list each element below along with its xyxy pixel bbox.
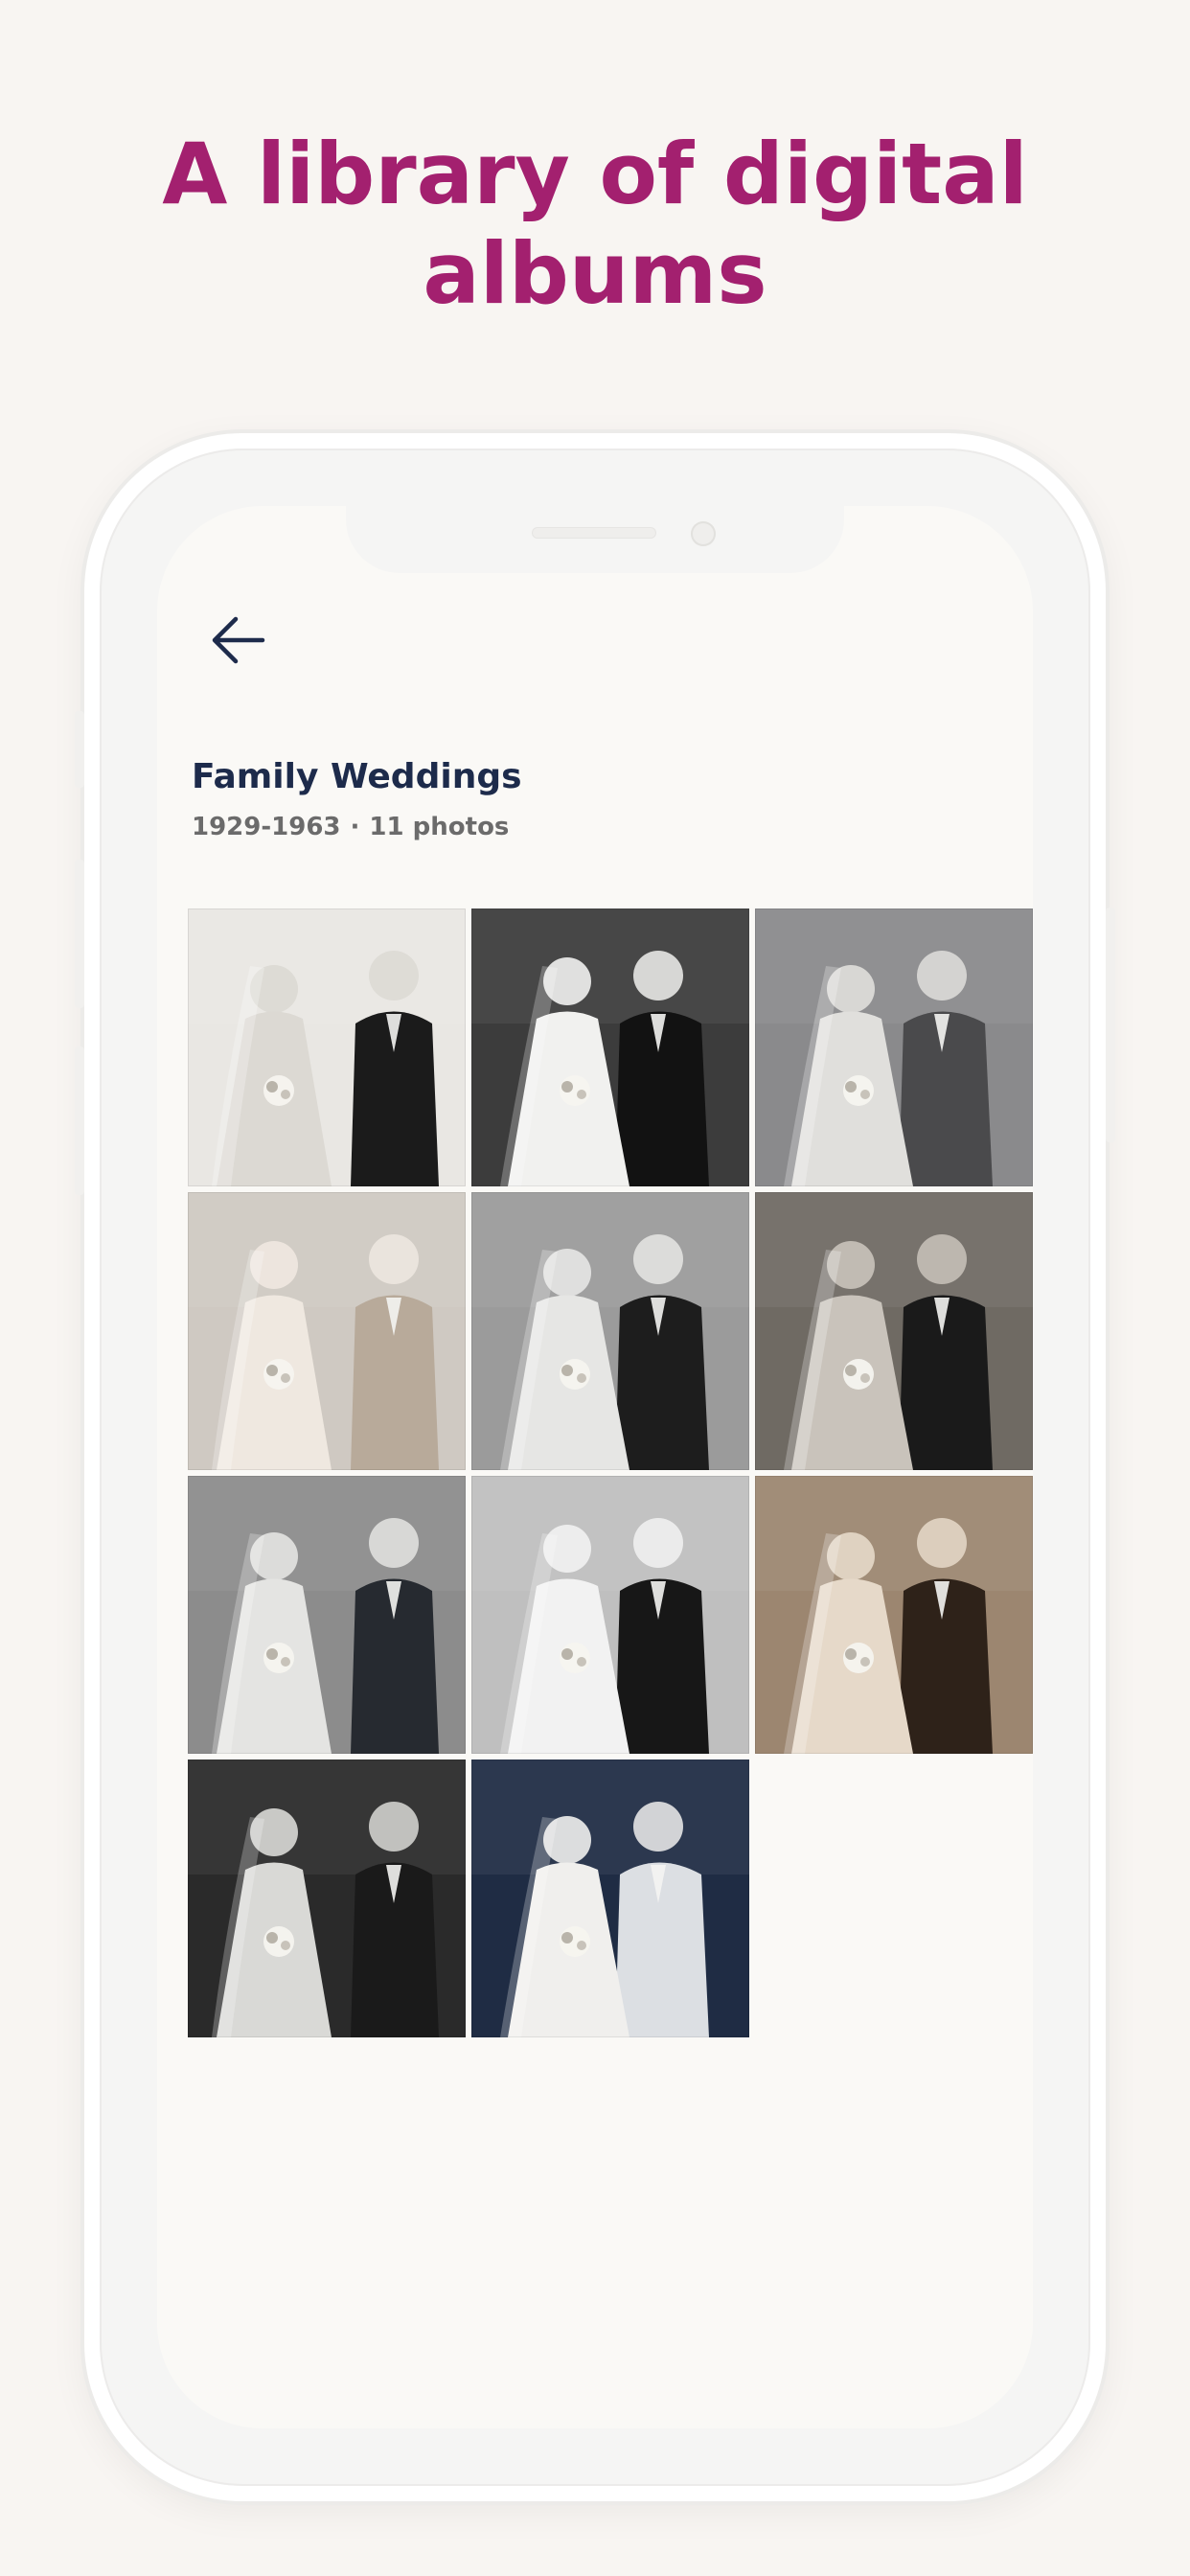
volume-up-button (75, 860, 84, 1008)
photo-thumbnail[interactable] (188, 1760, 466, 2037)
front-camera (691, 521, 716, 546)
photo-grid (188, 908, 1033, 2037)
wedding-photo (755, 908, 1033, 1186)
wedding-photo (755, 1192, 1033, 1470)
wedding-photo (188, 1476, 466, 1754)
photo-thumbnail[interactable] (755, 908, 1033, 1186)
phone-frame: Family Weddings 1929-1963 · 11 photos (75, 433, 1115, 2501)
photo-thumbnail[interactable] (188, 1192, 466, 1470)
volume-down-button (75, 1046, 84, 1195)
photo-thumbnail[interactable] (755, 1476, 1033, 1754)
wedding-photo (471, 1760, 749, 2037)
headline: A library of digital albums (162, 125, 1028, 323)
album-title: Family Weddings (192, 757, 522, 796)
photo-thumbnail[interactable] (755, 1192, 1033, 1470)
wedding-photo (755, 1476, 1033, 1754)
photo-thumbnail[interactable] (471, 908, 749, 1186)
photo-thumbnail[interactable] (188, 908, 466, 1186)
meta-separator: · (350, 813, 360, 841)
power-button (1106, 908, 1115, 1142)
back-button[interactable] (199, 602, 276, 678)
earpiece-speaker (532, 527, 656, 539)
notch (346, 506, 844, 573)
wedding-photo (471, 908, 749, 1186)
arrow-left-icon (212, 616, 265, 664)
wedding-photo (188, 908, 466, 1186)
photo-thumbnail[interactable] (471, 1760, 749, 2037)
photo-thumbnail[interactable] (188, 1476, 466, 1754)
app-screen: Family Weddings 1929-1963 · 11 photos (157, 506, 1033, 2428)
album-years: 1929-1963 (192, 813, 341, 841)
photo-thumbnail[interactable] (471, 1192, 749, 1470)
photo-count: 11 photos (369, 813, 510, 841)
phone-bezel: Family Weddings 1929-1963 · 11 photos (100, 448, 1090, 2486)
wedding-photo (471, 1192, 749, 1470)
mute-switch (75, 711, 84, 788)
wedding-photo (188, 1760, 466, 2037)
wedding-photo (471, 1476, 749, 1754)
wedding-photo (188, 1192, 466, 1470)
album-meta: 1929-1963 · 11 photos (192, 813, 509, 841)
photo-thumbnail[interactable] (471, 1476, 749, 1754)
